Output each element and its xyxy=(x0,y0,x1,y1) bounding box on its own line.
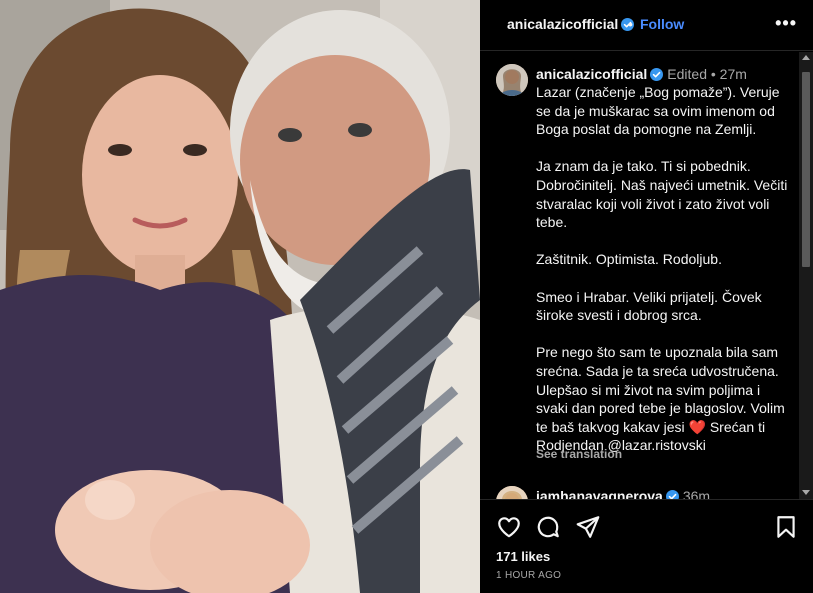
scrollbar-thumb[interactable] xyxy=(802,72,810,267)
comment-bubble-icon[interactable] xyxy=(535,514,561,540)
scrollbar[interactable] xyxy=(799,52,813,499)
header-separator: • xyxy=(628,16,633,32)
verified-badge-icon xyxy=(650,68,664,81)
comment-header: iamhanavagnerova 36m xyxy=(536,488,710,499)
avatar-image xyxy=(496,64,528,96)
post-timestamp: 1 HOUR AGO xyxy=(496,570,562,581)
paper-plane-icon[interactable] xyxy=(575,514,601,540)
post-details-panel: anicalazicofficial • Follow ••• anicalaz… xyxy=(480,0,813,593)
caption-author-avatar[interactable] xyxy=(496,64,528,96)
post-photo[interactable] xyxy=(0,0,480,593)
more-options-icon[interactable]: ••• xyxy=(775,13,797,34)
post-actions-bar: 171 likes 1 HOUR AGO xyxy=(480,499,813,593)
caption-text: Lazar (značenje „Bog pomaže”). Veruje se… xyxy=(536,84,788,454)
author-username[interactable]: anicalazicofficial xyxy=(507,16,635,32)
comment-meta: 36m xyxy=(682,488,711,499)
heart-icon[interactable] xyxy=(496,514,522,540)
caption-header: anicalazicofficial Edited • 27m xyxy=(536,66,747,82)
verified-badge-icon xyxy=(665,490,679,499)
comments-scroll-area[interactable]: anicalazicofficial Edited • 27m Lazar (zn… xyxy=(480,52,813,499)
post-header: anicalazicofficial • Follow ••• xyxy=(480,0,813,51)
follow-button[interactable]: Follow xyxy=(640,16,684,32)
avatar-image xyxy=(496,486,528,499)
caption-meta: Edited • 27m xyxy=(667,66,747,82)
see-translation-link[interactable]: See translation xyxy=(536,447,622,461)
scroll-down-arrow-icon[interactable] xyxy=(802,490,810,495)
post-photo-illustration xyxy=(0,0,480,593)
scroll-up-arrow-icon[interactable] xyxy=(802,55,810,60)
likes-count[interactable]: 171 likes xyxy=(496,549,550,564)
commenter-avatar[interactable] xyxy=(496,486,528,499)
caption-username[interactable]: anicalazicofficial xyxy=(536,66,647,82)
comment-username[interactable]: iamhanavagnerova xyxy=(536,488,663,499)
bookmark-icon[interactable] xyxy=(773,514,799,540)
